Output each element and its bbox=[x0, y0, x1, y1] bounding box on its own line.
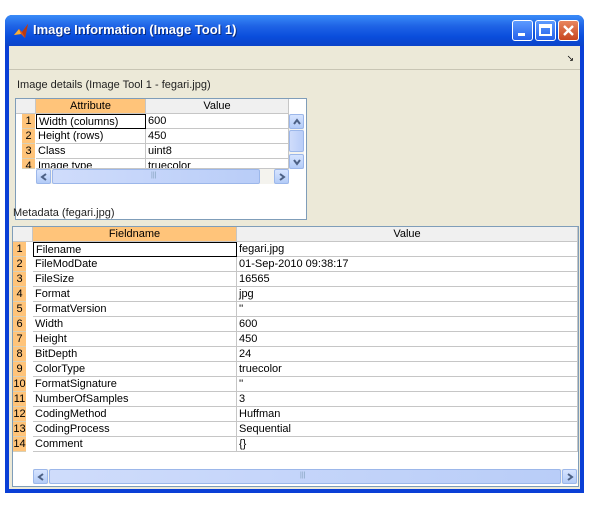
maximize-icon bbox=[539, 24, 552, 36]
row-number: 4 bbox=[22, 159, 35, 169]
row-number: 1 bbox=[22, 114, 35, 129]
row-number: 3 bbox=[22, 144, 35, 159]
table-cell-fieldname[interactable]: ColorType bbox=[33, 362, 237, 377]
table-cell-fieldname[interactable]: FileModDate bbox=[33, 257, 237, 272]
chevron-right-icon bbox=[567, 473, 574, 481]
metadata-table: Fieldname Value 1 Filename fegari.jpg 2 … bbox=[12, 226, 579, 487]
table-cell-value[interactable]: 600 bbox=[146, 114, 289, 129]
table-cell-value[interactable]: truecolor bbox=[237, 362, 578, 377]
row-number: 3 bbox=[13, 272, 26, 287]
table-cell-fieldname[interactable]: CodingProcess bbox=[33, 422, 237, 437]
table-cell-value[interactable]: 24 bbox=[237, 347, 578, 362]
scroll-thumb[interactable] bbox=[289, 130, 304, 152]
column-header-value[interactable]: Value bbox=[146, 99, 289, 114]
row-number: 7 bbox=[13, 332, 26, 347]
table-cell-value[interactable]: jpg bbox=[237, 287, 578, 302]
row-number: 10 bbox=[13, 377, 26, 392]
row-number: 5 bbox=[13, 302, 26, 317]
column-header-fieldname[interactable]: Fieldname bbox=[33, 227, 237, 242]
row-number: 8 bbox=[13, 347, 26, 362]
table-cell-fieldname[interactable]: FileSize bbox=[33, 272, 237, 287]
row-number: 12 bbox=[13, 407, 26, 422]
table-cell-value[interactable]: Sequential bbox=[237, 422, 578, 437]
metadata-horizontal-scrollbar[interactable]: ||| bbox=[33, 469, 578, 484]
table-cell-value[interactable]: 3 bbox=[237, 392, 578, 407]
table-cell-value[interactable]: Huffman bbox=[237, 407, 578, 422]
chevron-left-icon bbox=[40, 173, 47, 181]
chevron-down-icon bbox=[293, 159, 301, 166]
table-cell-value[interactable]: '' bbox=[237, 302, 578, 317]
table-cell-attribute[interactable]: Height (rows) bbox=[36, 129, 146, 144]
row-number: 14 bbox=[13, 437, 26, 452]
table-cell-value[interactable]: truecolor bbox=[146, 159, 289, 169]
image-details-table: Attribute Value 1 Width (columns) 600 2 … bbox=[15, 98, 307, 220]
row-number: 2 bbox=[22, 129, 35, 144]
scroll-right-button[interactable] bbox=[274, 169, 289, 184]
table-cell-value[interactable]: '' bbox=[237, 377, 578, 392]
table-cell-attribute[interactable]: Image type bbox=[36, 159, 146, 169]
table-cell-fieldname[interactable]: FormatVersion bbox=[33, 302, 237, 317]
chevron-left-icon bbox=[37, 473, 44, 481]
table-cell-fieldname[interactable]: Comment bbox=[33, 437, 237, 452]
scroll-down-button[interactable] bbox=[289, 154, 304, 169]
title-bar[interactable]: Image Information (Image Tool 1) bbox=[5, 15, 584, 46]
table-cell-value[interactable]: fegari.jpg bbox=[237, 242, 578, 257]
scroll-thumb[interactable]: ||| bbox=[52, 169, 260, 184]
window-title: Image Information (Image Tool 1) bbox=[33, 22, 237, 37]
row-number: 4 bbox=[13, 287, 26, 302]
table-cell-value[interactable]: 600 bbox=[237, 317, 578, 332]
row-number: 11 bbox=[13, 392, 26, 407]
table-cell-value[interactable]: {} bbox=[237, 437, 578, 452]
close-button[interactable] bbox=[558, 20, 579, 41]
close-icon bbox=[563, 25, 574, 36]
column-header-value[interactable]: Value bbox=[237, 227, 578, 242]
scroll-right-button[interactable] bbox=[562, 469, 577, 484]
table-cell-fieldname[interactable]: Format bbox=[33, 287, 237, 302]
undock-arrow-icon[interactable]: ↘ bbox=[566, 53, 574, 64]
table-corner bbox=[16, 99, 36, 114]
table-cell-value[interactable]: uint8 bbox=[146, 144, 289, 159]
scroll-left-button[interactable] bbox=[36, 169, 51, 184]
row-number: 1 bbox=[13, 242, 26, 257]
scroll-left-button[interactable] bbox=[33, 469, 48, 484]
table-corner bbox=[13, 227, 33, 242]
table-cell-value[interactable]: 16565 bbox=[237, 272, 578, 287]
table-cell-attribute[interactable]: Class bbox=[36, 144, 146, 159]
details-horizontal-scrollbar[interactable]: ||| bbox=[36, 169, 289, 184]
minimize-button[interactable] bbox=[512, 20, 533, 41]
minimize-icon bbox=[518, 33, 525, 36]
row-number: 6 bbox=[13, 317, 26, 332]
matlab-icon bbox=[14, 24, 28, 38]
table-cell-value[interactable]: 450 bbox=[146, 129, 289, 144]
toolbar: ↘ bbox=[9, 46, 580, 70]
table-cell-fieldname[interactable]: FormatSignature bbox=[33, 377, 237, 392]
table-cell-fieldname[interactable]: Width bbox=[33, 317, 237, 332]
row-number: 2 bbox=[13, 257, 26, 272]
window-client-area: ↘ Image details (Image Tool 1 - fegari.j… bbox=[9, 46, 580, 489]
column-header-attribute[interactable]: Attribute bbox=[36, 99, 146, 114]
row-number: 9 bbox=[13, 362, 26, 377]
table-cell-fieldname[interactable]: Height bbox=[33, 332, 237, 347]
metadata-label: Metadata (fegari.jpg) bbox=[13, 207, 115, 219]
chevron-right-icon bbox=[279, 173, 286, 181]
table-cell-fieldname[interactable]: BitDepth bbox=[33, 347, 237, 362]
row-number: 13 bbox=[13, 422, 26, 437]
scroll-up-button[interactable] bbox=[289, 114, 304, 129]
details-vertical-scrollbar[interactable] bbox=[289, 114, 304, 169]
chevron-up-icon bbox=[293, 118, 301, 125]
table-cell-fieldname[interactable]: Filename bbox=[33, 242, 237, 257]
maximize-button[interactable] bbox=[535, 20, 556, 41]
table-cell-value[interactable]: 01-Sep-2010 09:38:17 bbox=[237, 257, 578, 272]
scroll-thumb[interactable]: ||| bbox=[49, 469, 561, 484]
image-information-window: Image Information (Image Tool 1) ↘ Image… bbox=[5, 15, 584, 493]
table-cell-fieldname[interactable]: NumberOfSamples bbox=[33, 392, 237, 407]
table-cell-attribute[interactable]: Width (columns) bbox=[36, 114, 146, 129]
table-cell-fieldname[interactable]: CodingMethod bbox=[33, 407, 237, 422]
table-cell-value[interactable]: 450 bbox=[237, 332, 578, 347]
image-details-label: Image details (Image Tool 1 - fegari.jpg… bbox=[17, 79, 211, 91]
